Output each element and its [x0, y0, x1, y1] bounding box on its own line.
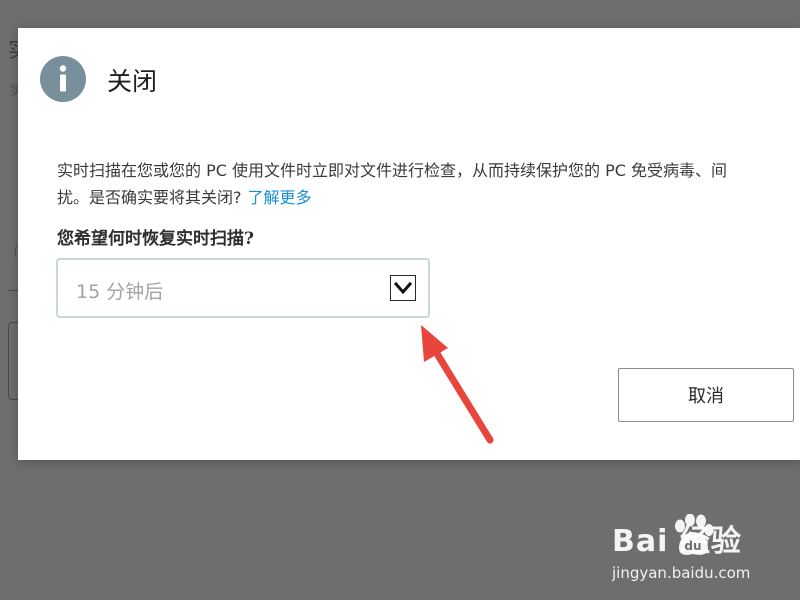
resume-time-selected-value: 15 分钟后 — [76, 281, 164, 303]
learn-more-link[interactable]: 了解更多 — [248, 188, 312, 207]
watermark-url: jingyan.baidu.com — [612, 564, 751, 582]
paw-logo-icon: du — [675, 514, 714, 555]
dialog-description: 实时扫描在您或您的 PC 使用文件时立即对文件进行检查，从而持续保护您的 PC … — [57, 157, 800, 211]
description-line-2-text: 扰。是否确实要将其关闭? — [57, 188, 242, 207]
svg-text:du: du — [684, 539, 701, 553]
screenshot-stage: 实 实 门 关闭 实时扫描在您或您的 PC 使用文件时立即对文件进行检查，从而持… — [0, 0, 800, 600]
cancel-button[interactable]: 取消 — [618, 368, 794, 422]
resume-question: 您希望何时恢复实时扫描? — [57, 229, 254, 249]
turn-off-dialog: 关闭 实时扫描在您或您的 PC 使用文件时立即对文件进行检查，从而持续保护您的 … — [18, 28, 800, 460]
dialog-title: 关闭 — [107, 67, 158, 96]
description-line-1: 实时扫描在您或您的 PC 使用文件时立即对文件进行检查，从而持续保护您的 PC … — [57, 161, 727, 180]
baidu-jingyan-watermark: Bai 经验 du jingyan.baidu.com — [612, 514, 792, 586]
chevron-down-icon[interactable] — [390, 275, 416, 301]
info-icon — [40, 56, 86, 102]
description-line-2: 扰。是否确实要将其关闭? 了解更多 — [57, 184, 800, 211]
resume-time-select[interactable]: 15 分钟后 — [56, 258, 430, 318]
background-divider — [8, 290, 18, 291]
